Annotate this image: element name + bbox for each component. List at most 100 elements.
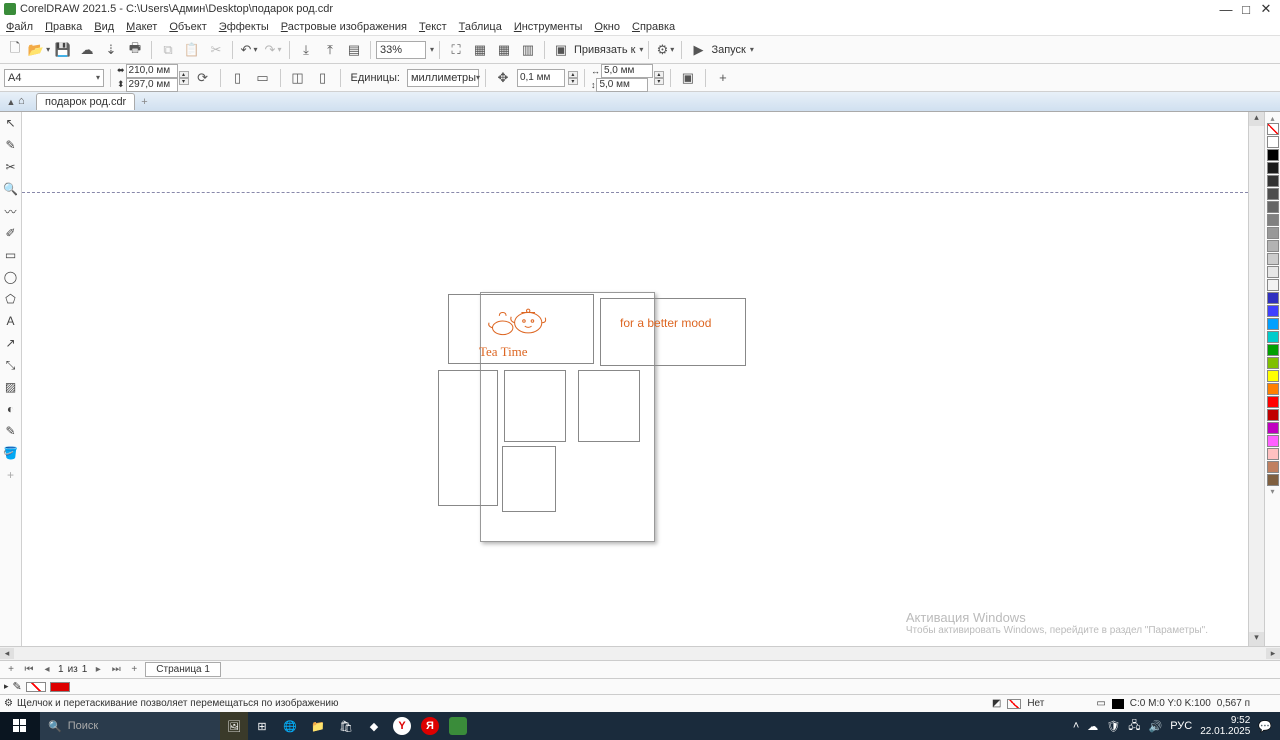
menu-object[interactable]: Объект bbox=[169, 21, 206, 33]
color-swatch[interactable] bbox=[1267, 201, 1279, 213]
page-height-input[interactable]: 297,0 мм bbox=[126, 78, 178, 92]
color-swatch[interactable] bbox=[1267, 305, 1279, 317]
grid-icon[interactable]: ▦ bbox=[493, 39, 515, 61]
fill-indicator-icon[interactable]: ◩ bbox=[992, 698, 1001, 709]
zoom-dropdown-icon[interactable]: ▾ bbox=[430, 45, 434, 54]
portrait-icon[interactable]: ▯ bbox=[227, 67, 249, 89]
fill-none-swatch[interactable] bbox=[26, 682, 46, 692]
taskbar-corel-icon[interactable] bbox=[444, 712, 472, 740]
crop-tool-icon[interactable]: ✂ bbox=[2, 158, 20, 176]
palette-down-icon[interactable]: ▾ bbox=[1270, 487, 1274, 496]
scroll-right-icon[interactable]: ▸ bbox=[1266, 648, 1280, 659]
color-swatch[interactable] bbox=[1267, 383, 1279, 395]
menu-view[interactable]: Вид bbox=[94, 21, 114, 33]
ellipse-tool-icon[interactable]: ◯ bbox=[2, 268, 20, 286]
artistic-media-icon[interactable]: ✐ bbox=[2, 224, 20, 242]
color-swatch[interactable] bbox=[1267, 136, 1279, 148]
eyedropper-tool-icon[interactable]: ✎ bbox=[2, 422, 20, 440]
page-dim-spinner[interactable]: ▴▾ bbox=[179, 71, 189, 85]
taskbar-app-2[interactable]: ◆ bbox=[360, 712, 388, 740]
color-swatch[interactable] bbox=[1267, 344, 1279, 356]
menu-window[interactable]: Окно bbox=[594, 21, 620, 33]
save-icon[interactable]: 💾 bbox=[52, 39, 74, 61]
cut-icon[interactable]: ✂ bbox=[205, 39, 227, 61]
copy-icon[interactable]: ⧉ bbox=[157, 39, 179, 61]
pick-tool-icon[interactable]: ↖ bbox=[2, 114, 20, 132]
prev-page-icon[interactable]: ◂ bbox=[40, 664, 54, 675]
scroll-left-icon[interactable]: ◂ bbox=[0, 648, 14, 659]
taskbar-ya-icon[interactable]: Я bbox=[416, 712, 444, 740]
tray-shield-icon[interactable]: 🛡 bbox=[1106, 720, 1120, 733]
landscape-icon[interactable]: ▭ bbox=[252, 67, 274, 89]
tray-lang[interactable]: РУС bbox=[1170, 720, 1192, 732]
outline-indicator-icon[interactable]: ▭ bbox=[1096, 698, 1105, 709]
menu-bitmaps[interactable]: Растровые изображения bbox=[281, 21, 407, 33]
no-color-swatch[interactable] bbox=[1267, 123, 1279, 135]
add-tool-icon[interactable]: + bbox=[2, 466, 20, 484]
options-icon[interactable]: ⚙▾ bbox=[654, 39, 676, 61]
menu-layout[interactable]: Макет bbox=[126, 21, 157, 33]
tray-chevron-icon[interactable]: ˄ bbox=[1073, 720, 1079, 732]
scroll-up-icon[interactable]: ▴ bbox=[1249, 112, 1264, 126]
nudge-input[interactable]: 0,1 мм bbox=[517, 69, 565, 87]
guides-icon[interactable]: ▥ bbox=[517, 39, 539, 61]
color-swatch[interactable] bbox=[1267, 175, 1279, 187]
vertical-scrollbar[interactable]: ▴ ▾ bbox=[1248, 112, 1264, 646]
zoom-combo[interactable]: 33% bbox=[376, 41, 426, 59]
text-tool-icon[interactable]: A bbox=[2, 312, 20, 330]
menu-tools[interactable]: Инструменты bbox=[514, 21, 583, 33]
pen-status-icon[interactable]: ✎ bbox=[13, 680, 22, 693]
taskbar-edge-icon[interactable]: 🌐 bbox=[276, 712, 304, 740]
launch-box-icon[interactable]: ▶ bbox=[687, 39, 709, 61]
shape-tool-icon[interactable]: ✎ bbox=[2, 136, 20, 154]
task-view-icon[interactable]: ⊞ bbox=[248, 712, 276, 740]
taskbar-yandex-icon[interactable]: Y bbox=[388, 712, 416, 740]
rulers-icon[interactable]: ▦ bbox=[469, 39, 491, 61]
color-swatch[interactable] bbox=[1267, 266, 1279, 278]
nudge-spinner[interactable]: ▴▾ bbox=[568, 71, 578, 85]
color-swatch[interactable] bbox=[1267, 240, 1279, 252]
taskbar-explorer-icon[interactable]: 📁 bbox=[304, 712, 332, 740]
dup-x-input[interactable]: 5,0 мм bbox=[601, 64, 653, 78]
cloud-up-icon[interactable]: ☁ bbox=[76, 39, 98, 61]
palette-up-icon[interactable]: ▴ bbox=[1270, 114, 1274, 123]
snap-off-icon[interactable]: ▣ bbox=[550, 39, 572, 61]
page-width-input[interactable]: 210,0 мм bbox=[126, 64, 178, 78]
freehand-tool-icon[interactable]: 〰 bbox=[2, 202, 20, 220]
color-swatch[interactable] bbox=[1267, 396, 1279, 408]
polygon-tool-icon[interactable]: ⬠ bbox=[2, 290, 20, 308]
launch-dropdown[interactable]: Запуск▾ bbox=[711, 44, 753, 56]
horizontal-guide[interactable] bbox=[22, 192, 1248, 193]
menu-effects[interactable]: Эффекты bbox=[219, 21, 269, 33]
pick-tool-tab-icon[interactable]: ▲ bbox=[4, 97, 18, 107]
color-swatch[interactable] bbox=[1267, 162, 1279, 174]
fill-tool-icon[interactable]: 🪣 bbox=[2, 444, 20, 462]
color-swatch[interactable] bbox=[1267, 253, 1279, 265]
new-doc-icon[interactable]: 🗋 bbox=[4, 39, 26, 61]
undo-icon[interactable]: ↶▾ bbox=[238, 39, 260, 61]
publish-pdf-icon[interactable]: ▤ bbox=[343, 39, 365, 61]
color-swatch[interactable] bbox=[1267, 370, 1279, 382]
gear-icon[interactable]: ⚙ bbox=[4, 698, 13, 709]
menu-file[interactable]: Файл bbox=[6, 21, 33, 33]
menu-help[interactable]: Справка bbox=[632, 21, 675, 33]
open-icon[interactable]: 📂▾ bbox=[28, 39, 50, 61]
color-swatch[interactable] bbox=[1267, 461, 1279, 473]
new-tab-button[interactable]: + bbox=[141, 96, 147, 108]
tray-cloud-icon[interactable]: ☁ bbox=[1087, 720, 1098, 733]
document-tab[interactable]: подарок род.cdr bbox=[36, 93, 135, 110]
connector-tool-icon[interactable]: ⤡ bbox=[2, 356, 20, 374]
zoom-tool-icon[interactable]: 🔍 bbox=[2, 180, 20, 198]
import-icon[interactable]: ⤓ bbox=[295, 39, 317, 61]
color-swatch[interactable] bbox=[1267, 318, 1279, 330]
transparency-tool-icon[interactable]: ◐ bbox=[2, 400, 20, 418]
taskbar-app-1[interactable]: 🖼 bbox=[220, 712, 248, 740]
all-pages-icon[interactable]: ◫ bbox=[287, 67, 309, 89]
dup-spinner[interactable]: ▴▾ bbox=[654, 71, 664, 85]
minimize-button[interactable]: — bbox=[1216, 2, 1236, 17]
tray-clock[interactable]: 9:52 22.01.2025 bbox=[1200, 715, 1250, 737]
snap-to-dropdown[interactable]: Привязать к▾ bbox=[574, 44, 643, 56]
first-page-icon[interactable]: ⏮ bbox=[22, 664, 36, 675]
color-swatch[interactable] bbox=[1267, 188, 1279, 200]
color-swatch[interactable] bbox=[1267, 279, 1279, 291]
